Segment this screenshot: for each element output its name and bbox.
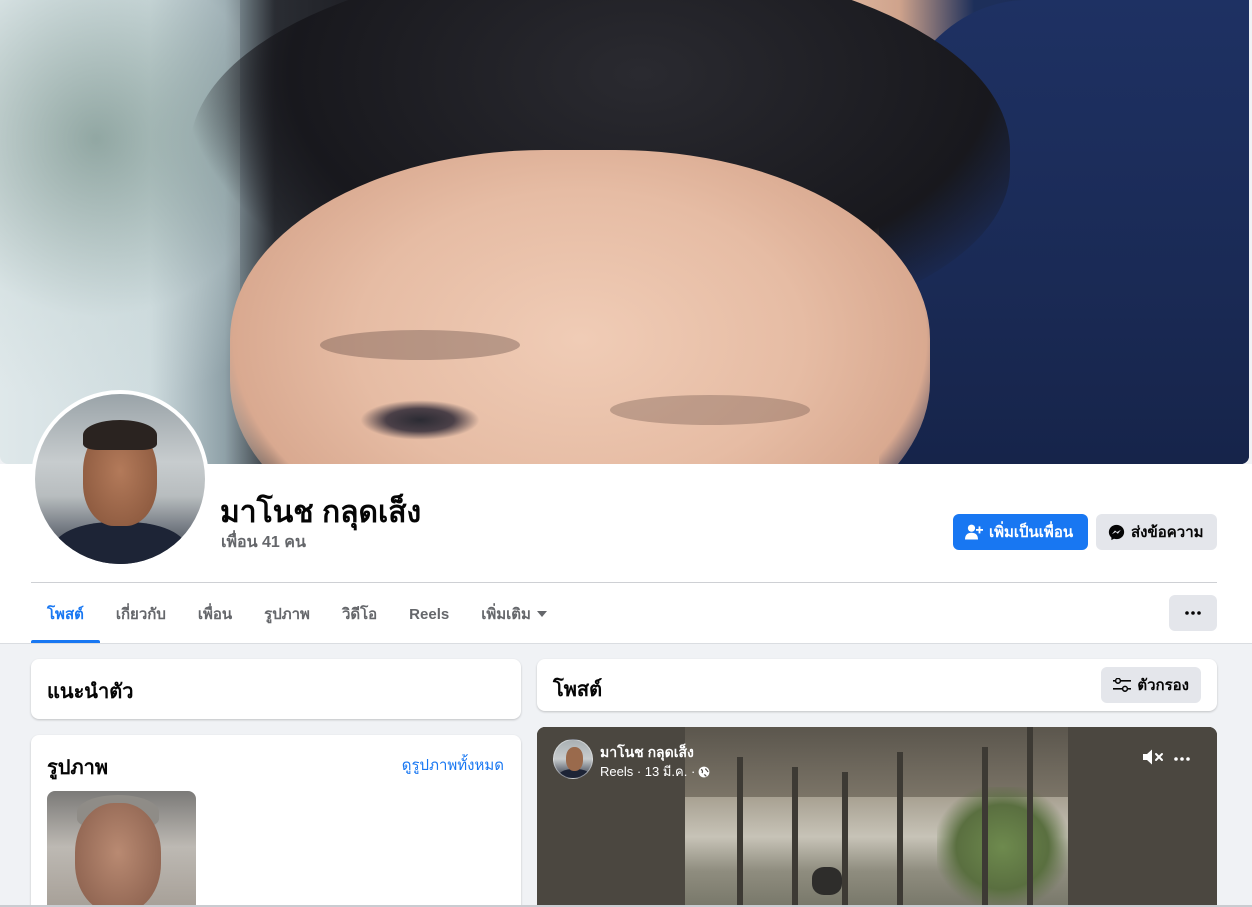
tab-about[interactable]: เกี่ยวกับ <box>100 585 182 643</box>
posts-title: โพสต์ <box>553 679 603 701</box>
profile-name: มาโนช กลุดเส็ง <box>220 496 422 529</box>
reel-more-options-button[interactable] <box>1174 745 1190 766</box>
profile-more-options-button[interactable] <box>1169 595 1217 631</box>
reel-pillar <box>842 772 848 907</box>
tab-label: เกี่ยวกับ <box>115 606 166 623</box>
globe-icon <box>698 766 710 777</box>
profile-tabs: โพสต์ เกี่ยวกับ เพื่อน รูปภาพ วิดีโอ Ree… <box>31 585 563 643</box>
see-all-photos-link[interactable]: ดูรูปภาพทั้งหมด <box>402 753 504 777</box>
reel-grass <box>937 787 1068 907</box>
cover-brow <box>320 330 520 360</box>
tab-label: วิดีโอ <box>341 606 378 623</box>
tab-label: รูปภาพ <box>264 606 310 623</box>
photos-title[interactable]: รูปภาพ <box>47 751 108 783</box>
thumb-head <box>75 803 161 907</box>
reel-motorbike <box>812 867 842 895</box>
more-dots-icon <box>1185 611 1201 615</box>
tab-posts[interactable]: โพสต์ <box>31 585 100 643</box>
reel-pillar <box>792 767 798 907</box>
reel-meta: Reels · 13 มี.ค. · <box>600 761 710 782</box>
reel-pillar <box>737 757 743 907</box>
speaker-muted-icon[interactable] <box>1141 747 1165 767</box>
profile-picture-image <box>35 394 205 564</box>
tab-label: เพิ่มเติม <box>481 606 531 623</box>
filter-sliders-icon <box>1113 678 1132 692</box>
intro-title: แนะนำตัว <box>47 681 134 703</box>
reel-author-avatar[interactable] <box>553 739 593 779</box>
photos-card: รูปภาพ ดูรูปภาพทั้งหมด <box>31 735 521 907</box>
reel-pillar <box>897 752 903 907</box>
intro-card: แนะนำตัว <box>31 659 521 719</box>
tab-label: โพสต์ <box>47 606 84 623</box>
header-divider <box>31 582 1217 583</box>
photo-thumbnail[interactable] <box>47 791 196 907</box>
reel-meta-text: Reels · 13 มี.ค. · <box>600 764 696 779</box>
message-label: ส่งข้อความ <box>1131 524 1204 541</box>
reel-pillar <box>1027 727 1033 907</box>
caret-down-icon <box>536 611 547 617</box>
reel-pillar <box>982 747 988 907</box>
reel-avatar-head <box>566 747 583 771</box>
message-button[interactable]: ส่งข้อความ <box>1096 514 1217 550</box>
tab-photos[interactable]: รูปภาพ <box>248 585 326 643</box>
posts-header-card: โพสต์ ตัวกรอง <box>537 659 1217 711</box>
friends-count[interactable]: เพื่อน 41 คน <box>221 530 306 555</box>
more-dots-icon <box>1174 757 1190 761</box>
filter-label: ตัวกรอง <box>1137 677 1189 694</box>
tab-reels[interactable]: Reels <box>393 585 465 643</box>
filter-button[interactable]: ตัวกรอง <box>1101 667 1201 703</box>
cover-eye <box>360 400 480 440</box>
tab-label: เพื่อน <box>197 606 233 623</box>
profile-picture[interactable] <box>31 390 209 568</box>
avatar-hair <box>83 420 157 450</box>
add-friend-label: เพิ่มเป็นเพื่อน <box>989 524 1074 541</box>
avatar-body <box>53 522 187 564</box>
tab-videos[interactable]: วิดีโอ <box>326 585 393 643</box>
add-friend-icon <box>965 524 983 540</box>
reel-video[interactable]: มาโนช กลุดเส็ง Reels · 13 มี.ค. · <box>537 727 1217 907</box>
messenger-icon <box>1108 524 1125 540</box>
cover-photo[interactable] <box>0 0 1249 464</box>
tab-more[interactable]: เพิ่มเติม <box>465 585 563 643</box>
tab-friends[interactable]: เพื่อน <box>182 585 248 643</box>
cover-brow <box>610 395 810 425</box>
add-friend-button[interactable]: เพิ่มเป็นเพื่อน <box>953 514 1088 550</box>
tab-label: Reels <box>409 605 450 623</box>
